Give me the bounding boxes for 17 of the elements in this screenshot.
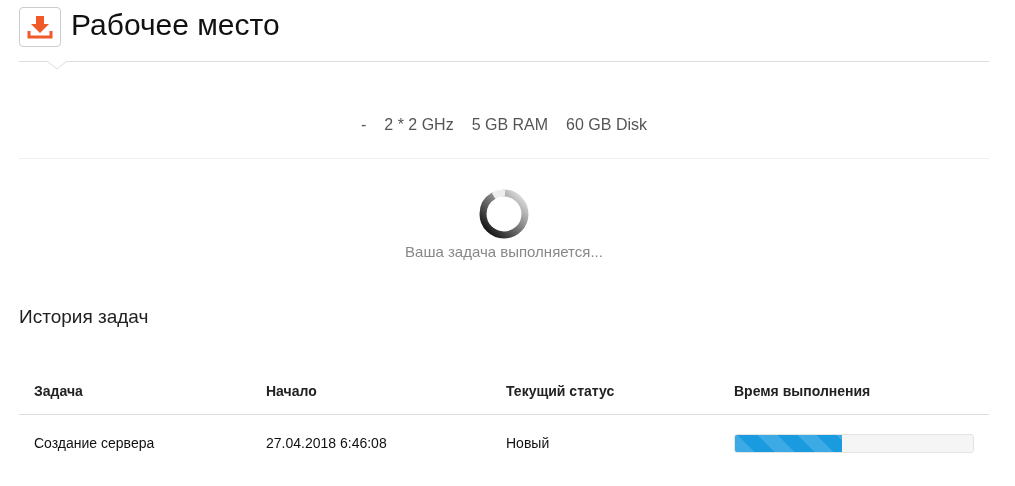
section-title: История задач [19, 306, 150, 328]
spec-text: 5 GB RAM [471, 116, 549, 134]
column-header: Время выполнения [734, 383, 872, 399]
download-button[interactable] [19, 7, 61, 47]
column-header: Начало [266, 383, 318, 399]
table-cell-text: Новый [506, 435, 551, 451]
column-header: Задача [34, 383, 84, 399]
table-cell-text: 27.04.2018 6:46:08 [266, 435, 388, 451]
spec-text: 60 GB Disk [566, 116, 648, 134]
column-header: Текущий статус [506, 383, 616, 399]
spec-text: 2 * 2 GHz [384, 116, 454, 134]
spec-text: - [360, 116, 367, 134]
table-cell-text: Создание сервера [34, 435, 156, 451]
download-icon [27, 14, 53, 40]
status-message: Ваша задача выполняется... [405, 243, 603, 260]
loading-spinner-icon [478, 188, 530, 240]
page-title: Рабочее место [71, 8, 280, 42]
